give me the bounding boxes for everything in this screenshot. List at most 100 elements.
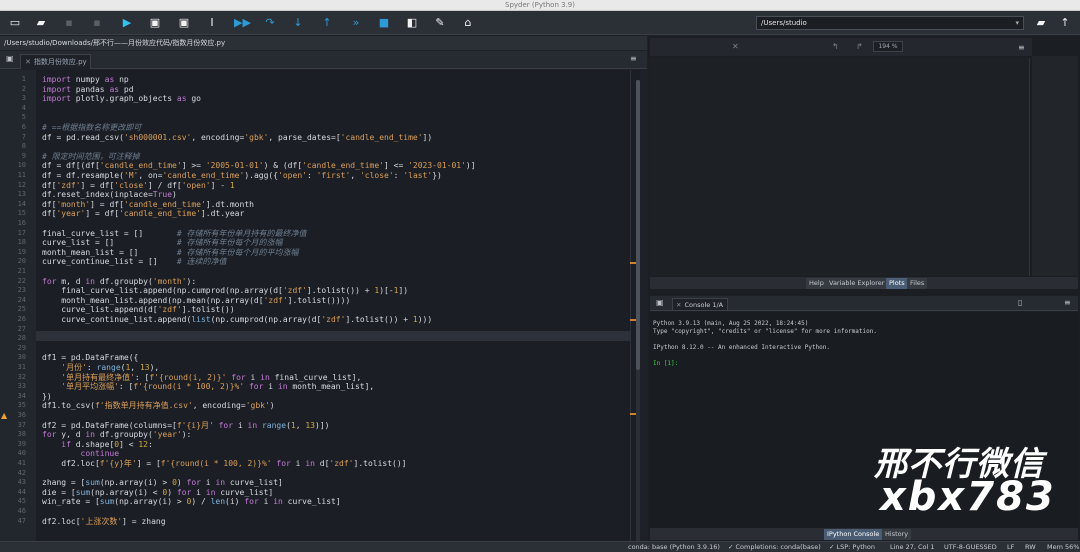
code-line[interactable]: import numpy as np <box>42 75 129 85</box>
code-line[interactable]: df['zdf'] = df['close'] / df['open'] - 1 <box>42 181 235 191</box>
warning-icon[interactable]: ▲ <box>1 411 7 421</box>
run-cell-advance-icon[interactable]: ▣ <box>177 16 191 30</box>
line-number: 26 <box>17 315 26 323</box>
tab-console[interactable]: ✕ Console 1/A <box>672 298 728 311</box>
tab-plots[interactable]: Plots <box>886 278 908 289</box>
new-file-icon[interactable]: ▭ <box>8 16 22 30</box>
code-line[interactable]: if d.shape[0] < 12: <box>42 440 153 450</box>
plot-thumbnails[interactable] <box>1032 56 1078 276</box>
code-line[interactable]: df['year'] = df['candle_end_time'].dt.ye… <box>42 209 244 219</box>
code-line[interactable]: curve_list = [] # 存储所有年份每个月的涨幅 <box>42 238 283 248</box>
run-selection-icon[interactable]: Ι <box>205 16 219 30</box>
line-number: 44 <box>17 487 26 496</box>
debug-icon[interactable]: ▶▶ <box>234 16 251 30</box>
code-line[interactable]: '月份': range(1, 13), <box>42 363 159 373</box>
code-line[interactable]: final_curve_list = [] # 存储所有年份单月持有的最终净值 <box>42 229 307 239</box>
code-line[interactable]: die = [sum(np.array(i) < 0) for i in cur… <box>42 488 273 498</box>
code-line[interactable]: continue <box>42 449 120 459</box>
code-line[interactable]: for m, d in df.groupby('month'): <box>42 277 196 287</box>
clear-console-icon[interactable]: ▯ <box>1018 298 1022 307</box>
next-plot-icon[interactable]: ↱ <box>856 38 863 56</box>
chevron-down-icon[interactable]: ▾ <box>1015 17 1019 29</box>
console-tab-bar: ▣ ✕ Console 1/A ▯ ≡ <box>650 296 1078 311</box>
code-line[interactable]: curve_list.append(d['zdf'].tolist()) <box>42 305 234 315</box>
line-number: 47 <box>17 516 26 525</box>
browse-directory-icon[interactable]: ▰ <box>1034 16 1048 30</box>
code-line[interactable]: # 限定时间范围，可注释掉 <box>42 152 140 162</box>
code-line[interactable]: df = pd.read_csv('sh000001.csv', encodin… <box>42 133 432 143</box>
parent-directory-icon[interactable]: ↑ <box>1058 16 1072 30</box>
run-icon[interactable]: ▶ <box>120 16 134 30</box>
save-plot-icon[interactable]: ✕ <box>732 38 739 56</box>
browse-tabs-icon[interactable]: ▣ <box>656 298 664 307</box>
code-line[interactable]: df.reset_index(inplace=True) <box>42 190 177 200</box>
code-line[interactable]: }) <box>42 392 52 402</box>
code-line[interactable]: df = df[(df['candle_end_time'] >= '2005-… <box>42 161 476 171</box>
line-number: 1 <box>21 75 26 83</box>
line-number: 27 <box>17 324 26 333</box>
close-icon[interactable]: ✕ <box>25 58 31 66</box>
python-path-icon[interactable]: ⌂ <box>461 16 475 30</box>
code-line[interactable]: '单月持有最终净值': [f'{round(i, 2)}' for i in f… <box>42 373 361 383</box>
open-file-icon[interactable]: ▰ <box>34 16 48 30</box>
status-lsp[interactable]: ✓ LSP: Python <box>829 542 875 552</box>
console-options-icon[interactable]: ≡ <box>1064 298 1071 307</box>
working-directory-input[interactable]: /Users/studio ▾ <box>756 16 1024 30</box>
tab-history[interactable]: History <box>882 529 912 540</box>
preferences-icon[interactable]: ✎ <box>433 16 447 30</box>
code-line[interactable]: import pandas as pd <box>42 85 134 95</box>
code-line[interactable]: for y, d in df.groupby('year'): <box>42 430 191 440</box>
tab-variable-explorer[interactable]: Variable Explorer <box>826 278 888 289</box>
plots-options-icon[interactable]: ≡ <box>1018 43 1025 52</box>
edge-line <box>630 70 631 552</box>
step-icon[interactable]: ↷ <box>263 16 277 30</box>
status-bar: conda: base (Python 3.9.16) ✓ Completion… <box>0 541 1080 552</box>
step-into-icon[interactable]: ↓ <box>291 16 305 30</box>
tab-help[interactable]: Help <box>806 278 827 289</box>
close-icon[interactable]: ✕ <box>676 301 681 309</box>
code-line[interactable]: zhang = [sum(np.array(i) > 0) for i in c… <box>42 478 283 488</box>
status-position: Line 27, Col 1 <box>890 543 935 551</box>
save-icon[interactable]: ▪ <box>62 16 76 30</box>
tab-ipython-console[interactable]: IPython Console <box>824 529 883 540</box>
line-number: 10 <box>17 161 26 170</box>
step-return-icon[interactable]: ↑ <box>320 16 334 30</box>
save-all-icon[interactable]: ▪ <box>90 16 104 30</box>
code-line[interactable]: month_mean_list = [] # 存储所有年份每个月的平均涨幅 <box>42 248 299 258</box>
code-line[interactable]: import plotly.graph_objects as go <box>42 94 201 104</box>
zoom-level[interactable]: 194 % <box>873 41 903 52</box>
code-line[interactable]: df1.to_csv(f'指数单月持有净值.csv', encoding='gb… <box>42 401 275 411</box>
code-editor[interactable]: 1 2 3 4 5 6 7 8 9 10 11 12 13 14 15 16 17 18 19 20 21 22 23 24 2… <box>0 70 640 552</box>
code-line[interactable]: df2.loc['上涨次数'] = zhang <box>42 517 166 527</box>
pane-options-icon[interactable]: ≡ <box>630 54 637 63</box>
run-cell-icon[interactable]: ▣ <box>148 16 162 30</box>
editor-file-path: /Users/studio/Downloads/邢不行——月份效应代码/指数月份… <box>0 36 647 50</box>
maximize-pane-icon[interactable]: ◧ <box>405 16 419 30</box>
code-line[interactable]: curve_continue_list.append(list(np.cumpr… <box>42 315 432 325</box>
stop-icon[interactable]: ■ <box>377 16 391 30</box>
code-line[interactable]: win_rate = [sum(np.array(i) > 0) / len(i… <box>42 497 341 507</box>
tab-editor-file[interactable]: ✕ 指数月份效应.py <box>20 54 91 69</box>
line-number: 38 <box>17 430 26 439</box>
status-conda[interactable]: conda: base (Python 3.9.16) <box>628 542 720 552</box>
browse-tabs-icon[interactable]: ▣ <box>6 54 14 63</box>
code-line[interactable]: df2 = pd.DataFrame(columns=[f'{i}月' for … <box>42 421 329 431</box>
code-line[interactable]: curve_continue_list = [] # 连续的净值 <box>42 257 227 267</box>
code-line[interactable]: # ==根据指数名称更改即可 <box>42 123 141 133</box>
line-number: 42 <box>17 468 26 477</box>
console-line: Python 3.9.13 (main, Aug 25 2022, 18:24:… <box>653 320 809 327</box>
code-line[interactable]: df = df.resample('M', on='candle_end_tim… <box>42 171 442 181</box>
code-line[interactable]: final_curve_list.append(np.cumprod(np.ar… <box>42 286 408 296</box>
code-line[interactable]: df2.loc[f'{y}年'] = [f'{round(i * 100, 2)… <box>42 459 406 469</box>
code-line[interactable]: month_mean_list.append(np.mean(np.array(… <box>42 296 350 306</box>
tab-files[interactable]: Files <box>907 278 928 289</box>
scroll-marker <box>630 262 636 264</box>
code-line[interactable]: df1 = pd.DataFrame({ <box>42 353 138 363</box>
editor-scrollbar[interactable] <box>636 80 640 552</box>
scrollbar-thumb[interactable] <box>636 80 640 370</box>
code-line[interactable]: '单月平均涨幅': [f'{round(i * 100, 2)}%' for i… <box>42 382 374 392</box>
continue-icon[interactable]: » <box>349 16 363 30</box>
status-completions[interactable]: ✓ Completions: conda(base) <box>728 542 821 552</box>
code-line[interactable]: df['month'] = df['candle_end_time'].dt.m… <box>42 200 254 210</box>
previous-plot-icon[interactable]: ↰ <box>832 38 839 56</box>
